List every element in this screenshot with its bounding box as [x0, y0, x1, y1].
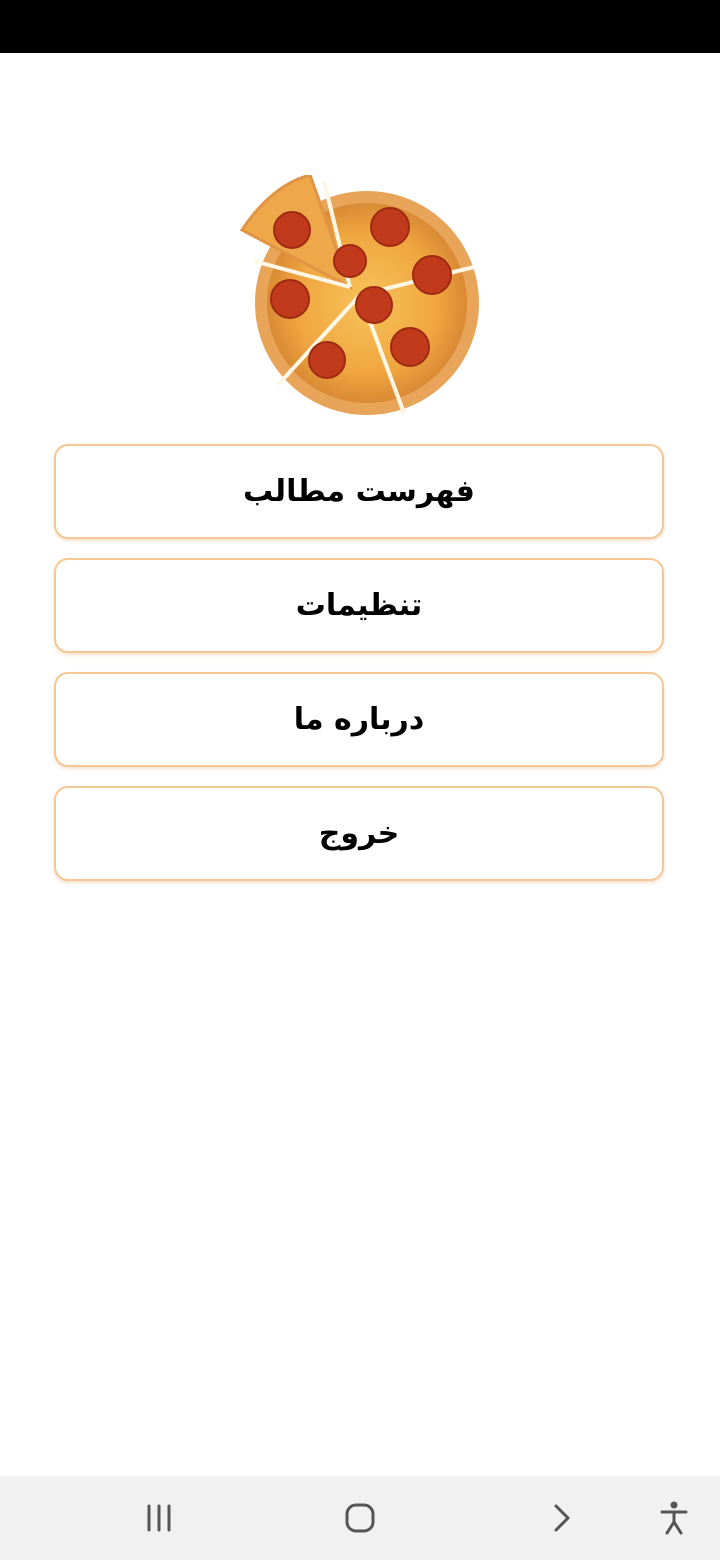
accessibility-icon: [660, 1501, 688, 1535]
main-screen: فهرست مطالب تنظیمات درباره ما خروج: [0, 53, 720, 1476]
table-of-contents-label: فهرست مطالب: [243, 474, 475, 509]
about-us-button[interactable]: درباره ما: [54, 672, 664, 767]
back-icon: [554, 1504, 570, 1532]
recent-apps-icon: [147, 1504, 171, 1532]
pizza-image: [239, 175, 479, 415]
home-button[interactable]: [332, 1492, 388, 1544]
settings-label: تنظیمات: [295, 588, 423, 623]
status-bar: [0, 0, 720, 53]
table-of-contents-button[interactable]: فهرست مطالب: [54, 444, 664, 539]
recent-apps-button[interactable]: [131, 1492, 187, 1544]
about-us-label: درباره ما: [293, 702, 425, 737]
settings-button[interactable]: تنظیمات: [54, 558, 664, 653]
back-button[interactable]: [534, 1492, 590, 1544]
exit-label: خروج: [318, 816, 400, 851]
accessibility-button[interactable]: [646, 1492, 702, 1544]
home-icon: [345, 1503, 375, 1533]
exit-button[interactable]: خروج: [54, 786, 664, 881]
navigation-bar: [0, 1476, 720, 1560]
